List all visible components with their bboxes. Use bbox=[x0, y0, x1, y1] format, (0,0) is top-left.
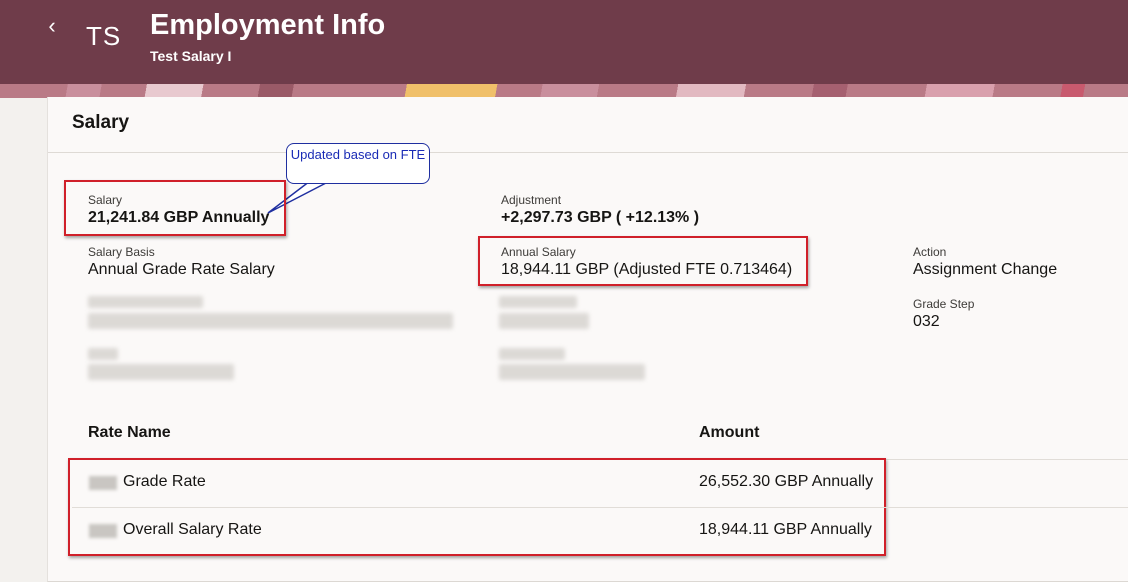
rate-name: Overall Salary Rate bbox=[123, 521, 262, 538]
field-annual-salary: Annual Salary 18,944.11 GBP (Adjusted FT… bbox=[501, 245, 792, 281]
field-salary-basis: Salary Basis Annual Grade Rate Salary bbox=[88, 245, 275, 281]
field-label: Annual Salary bbox=[501, 245, 576, 259]
column-header-rate-name: Rate Name bbox=[88, 424, 171, 441]
decorative-banner bbox=[0, 84, 1128, 98]
rate-type-icon bbox=[89, 476, 117, 490]
field-value: 032 bbox=[913, 313, 940, 330]
field-value: 18,944.11 GBP (Adjusted FTE 0.713464) bbox=[501, 261, 793, 278]
salary-card: Salary Updated based on FTE Salary 21,24… bbox=[47, 97, 1128, 582]
redacted-value bbox=[88, 364, 234, 380]
field-label: Grade Step bbox=[913, 297, 975, 311]
row-divider bbox=[72, 507, 1128, 508]
redacted-label bbox=[88, 296, 203, 308]
rate-amount: 26,552.30 GBP Annually bbox=[699, 473, 874, 490]
field-value: Annual Grade Rate Salary bbox=[88, 261, 275, 278]
avatar: TS bbox=[86, 21, 122, 51]
field-action: Action Assignment Change bbox=[913, 245, 1057, 281]
page-header: ‹ TS Employment Info Test Salary I bbox=[0, 0, 1128, 84]
rate-amount: 18,944.11 GBP Annually bbox=[699, 521, 872, 538]
redacted-label bbox=[499, 348, 565, 360]
field-value: 21,241.84 GBP Annually bbox=[88, 209, 270, 226]
redacted-label bbox=[499, 296, 577, 308]
redacted-value bbox=[499, 313, 589, 329]
field-value: Assignment Change bbox=[913, 261, 1058, 278]
field-label: Salary Basis bbox=[88, 245, 155, 259]
redacted-value bbox=[499, 364, 645, 380]
field-label: Adjustment bbox=[501, 193, 562, 207]
field-label: Salary bbox=[88, 193, 123, 207]
page-title: Employment Info bbox=[150, 9, 386, 41]
field-salary: Salary 21,241.84 GBP Annually bbox=[88, 193, 269, 229]
field-value: +2,297.73 GBP ( +12.13% ) bbox=[501, 209, 700, 226]
field-adjustment: Adjustment +2,297.73 GBP ( +12.13% ) bbox=[501, 193, 699, 229]
callout-updated-fte: Updated based on FTE bbox=[286, 143, 430, 184]
rate-type-icon bbox=[89, 524, 117, 538]
section-title-salary: Salary bbox=[72, 112, 130, 133]
rate-name: Grade Rate bbox=[123, 473, 206, 490]
page-subtitle: Test Salary I bbox=[150, 48, 232, 64]
redacted-value bbox=[88, 313, 453, 329]
divider bbox=[48, 152, 1128, 153]
column-header-amount: Amount bbox=[699, 424, 760, 441]
chevron-left-icon[interactable]: ‹ bbox=[40, 14, 64, 38]
field-label: Action bbox=[913, 245, 947, 259]
redacted-label bbox=[88, 348, 118, 360]
field-grade-step: Grade Step 032 bbox=[913, 297, 974, 333]
